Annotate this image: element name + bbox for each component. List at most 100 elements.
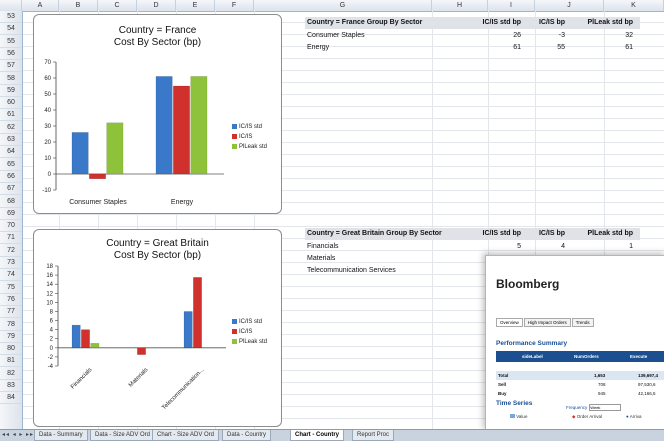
col-header-icis-std[interactable]: IC/IS std bp: [473, 17, 522, 29]
tab-overview[interactable]: Overview: [496, 318, 523, 327]
table-row: Sell 708 97,530,6: [496, 380, 664, 389]
row-header[interactable]: 71: [0, 232, 22, 245]
row-header[interactable]: 53: [0, 11, 22, 23]
row-header[interactable]: 78: [0, 319, 22, 331]
table-cell[interactable]: Energy: [307, 42, 329, 54]
table-cell[interactable]: 1: [573, 241, 633, 253]
row-header[interactable]: 68: [0, 196, 22, 208]
legend-item: PlLeak std: [232, 338, 267, 348]
row-header[interactable]: 74: [0, 269, 22, 282]
row-header[interactable]: 61: [0, 109, 22, 122]
row-header[interactable]: 63: [0, 134, 22, 146]
y-tick-label: -2: [48, 355, 54, 361]
bar: [190, 76, 208, 175]
category-label: Financials: [70, 367, 93, 390]
column-header[interactable]: H: [432, 0, 488, 11]
table-cell[interactable]: 32: [573, 30, 633, 42]
y-tick-label: 40: [44, 108, 51, 114]
row-header[interactable]: 60: [0, 97, 22, 110]
table-cell[interactable]: -3: [527, 30, 565, 42]
bar: [193, 277, 202, 349]
sheet-tab[interactable]: Chart - Size ADV Ord: [152, 430, 220, 441]
sheet-tab[interactable]: Data - Summary: [34, 430, 88, 441]
sheet-tab[interactable]: Chart - Country: [290, 430, 344, 441]
gb-cost-chart[interactable]: Country = Great Britain Cost By Sector (…: [33, 229, 282, 427]
row-header[interactable]: 57: [0, 60, 22, 73]
row-header[interactable]: 54: [0, 23, 22, 36]
row-label: Total: [498, 373, 509, 378]
column-header[interactable]: E: [176, 0, 215, 11]
table-header[interactable]: Country = France Group By Sector: [307, 17, 422, 29]
sheet-tab[interactable]: Report Proc: [352, 430, 395, 441]
row-header[interactable]: 55: [0, 36, 22, 48]
legend-item: IC/IS std: [232, 318, 267, 328]
diamond-icon: ◆: [572, 414, 576, 419]
row-header[interactable]: 79: [0, 331, 22, 343]
table-cell[interactable]: Telecommunication Services: [307, 265, 396, 277]
column-header[interactable]: B: [59, 0, 98, 11]
table-cell[interactable]: 4: [527, 241, 565, 253]
legend-label: PlLeak std: [239, 339, 268, 345]
bar: [183, 311, 193, 349]
sheet-tab[interactable]: Data - Size ADV Ord: [90, 430, 156, 441]
row-header[interactable]: 59: [0, 85, 22, 97]
table-cell[interactable]: 55: [527, 42, 565, 54]
legend-swatch: [232, 338, 237, 344]
table-cell[interactable]: Materials: [307, 253, 335, 265]
row-header[interactable]: 82: [0, 368, 22, 380]
column-header[interactable]: G: [254, 0, 432, 11]
row-header[interactable]: 76: [0, 294, 22, 306]
table-cell[interactable]: 61: [573, 42, 633, 54]
row-header[interactable]: 56: [0, 48, 22, 60]
row-header[interactable]: 64: [0, 146, 22, 159]
col-header-icis-std[interactable]: IC/IS std bp: [473, 228, 522, 240]
table-cell[interactable]: 61: [473, 42, 521, 54]
tab-high-impact-orders[interactable]: High Impact Orders: [523, 318, 571, 327]
y-tick-label: 6: [50, 319, 54, 325]
col-header-plleak-std[interactable]: PlLeak std bp: [573, 228, 633, 240]
column-header[interactable]: K: [604, 0, 664, 11]
row-header[interactable]: 66: [0, 171, 22, 183]
table-header[interactable]: Country = Great Britain Group By Sector: [307, 228, 442, 240]
row-orders: 1,653: [594, 373, 606, 378]
row-header[interactable]: 58: [0, 73, 22, 85]
row-header[interactable]: 84: [0, 392, 22, 405]
row-header[interactable]: 73: [0, 257, 22, 269]
row-header[interactable]: 65: [0, 159, 22, 171]
row-header[interactable]: 72: [0, 245, 22, 257]
column-header[interactable]: I: [488, 0, 535, 11]
row-header[interactable]: 69: [0, 208, 22, 220]
column-header[interactable]: F: [215, 0, 254, 11]
col-header-icis[interactable]: IC/IS bp: [527, 17, 565, 29]
column-header[interactable]: A: [22, 0, 59, 11]
column-header[interactable]: D: [137, 0, 176, 11]
frequency-input[interactable]: [589, 404, 622, 411]
row-header[interactable]: 67: [0, 183, 22, 196]
france-cost-chart[interactable]: Country = France Cost By Sector (bp) 70 6…: [33, 14, 282, 214]
table-cell[interactable]: 26: [473, 30, 521, 42]
time-series-title: Time Series: [496, 400, 533, 407]
row-header[interactable]: 62: [0, 122, 22, 134]
row-label: Buy: [498, 391, 507, 396]
row-header[interactable]: 80: [0, 343, 22, 356]
table-cell[interactable]: 5: [473, 241, 521, 253]
sheet-tab[interactable]: Data - Country: [222, 430, 272, 441]
col-header-icis[interactable]: IC/IS bp: [527, 228, 565, 240]
col-header-plleak-std[interactable]: PlLeak std bp: [573, 17, 633, 29]
tab-nav-arrows-icon[interactable]: ◂◂ ◂ ▸ ▸▸: [2, 431, 34, 438]
table-cell[interactable]: Financials: [307, 241, 339, 253]
row-orders: 945: [598, 391, 606, 396]
table-cell[interactable]: Consumer Staples: [307, 30, 365, 42]
table-row: Total 1,653 139,697,4: [496, 371, 664, 380]
row-executed: 139,697,4: [638, 373, 659, 378]
row-header[interactable]: 77: [0, 306, 22, 319]
bloomberg-window[interactable]: Bloomberg Overview High Impact Orders Tren…: [485, 255, 664, 431]
square-icon: [510, 414, 515, 418]
row-header[interactable]: 83: [0, 380, 22, 392]
column-header[interactable]: J: [535, 0, 604, 11]
tab-trends[interactable]: Trends: [571, 318, 594, 327]
row-header[interactable]: 81: [0, 355, 22, 368]
column-header[interactable]: C: [98, 0, 137, 11]
row-header[interactable]: 70: [0, 220, 22, 233]
row-header[interactable]: 75: [0, 282, 22, 294]
